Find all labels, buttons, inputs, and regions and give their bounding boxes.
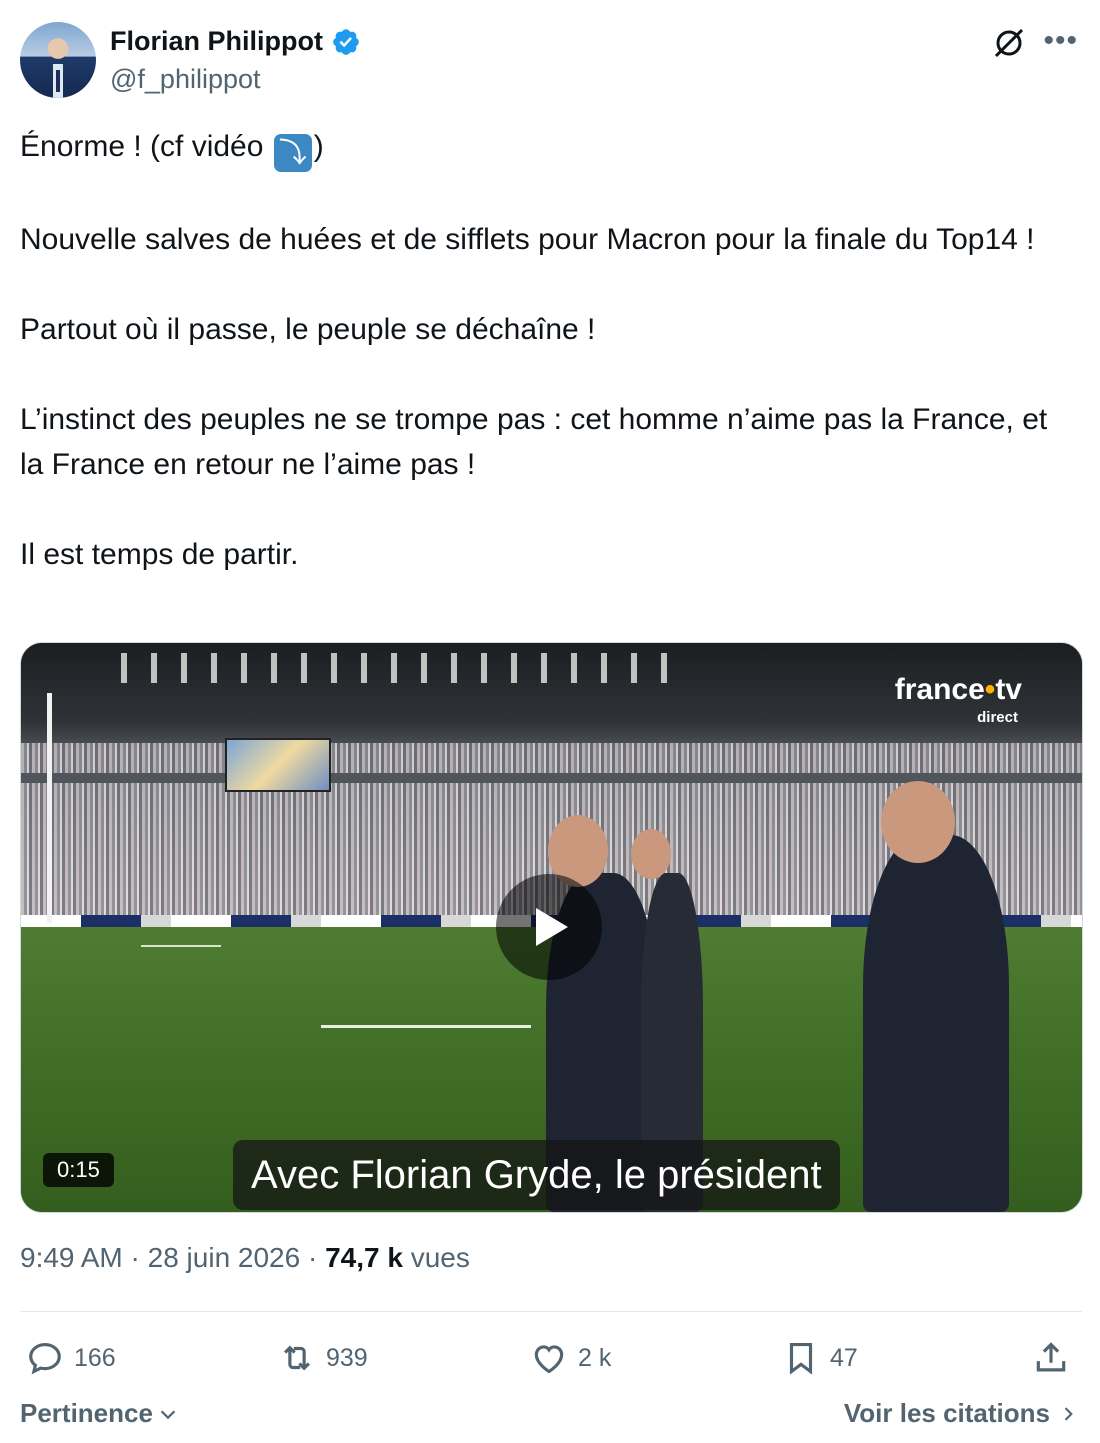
verified-badge-icon	[333, 28, 359, 55]
sort-label: Pertinence	[20, 1398, 153, 1428]
pitch-line	[141, 945, 221, 947]
grok-icon[interactable]	[992, 26, 1026, 60]
tweet-paragraph-4: L’instinct des peuples ne se trompe pas …	[20, 403, 1048, 481]
goal-post	[47, 693, 52, 923]
like-count: 2 k	[578, 1343, 612, 1372]
divider	[20, 1311, 1082, 1312]
video-player[interactable]: france•tv direct 0:15 Avec Florian Gryde…	[20, 642, 1083, 1213]
video-subtitle: Avec Florian Gryde, le président	[233, 1140, 840, 1210]
action-bar: 166 939 2 k 47	[20, 1330, 1082, 1386]
bookmark-button[interactable]: 47	[782, 1330, 858, 1386]
tweet-text: Énorme ! (cf vidéo ⤵) Nouvelle salves de…	[20, 124, 1060, 622]
avatar-tie	[56, 70, 60, 92]
sort-selector[interactable]: Pertinence	[20, 1398, 179, 1429]
tweet-paragraph-3: Partout où il passe, le peuple se déchaî…	[20, 313, 596, 346]
play-button[interactable]	[496, 874, 602, 980]
tweet-paragraph-1: Énorme ! (cf vidéo ⤵)	[20, 124, 1060, 172]
tweet-date[interactable]: 28 juin 2026	[148, 1242, 301, 1273]
person-head	[881, 781, 955, 863]
chevron-down-icon	[160, 1409, 176, 1419]
bookmark-icon	[789, 1342, 813, 1375]
quotes-label: Voir les citations	[843, 1398, 1050, 1428]
pitch-line	[321, 1025, 531, 1028]
reply-count: 166	[74, 1343, 116, 1372]
arrow-emoji-icon: ⤵	[273, 134, 312, 172]
more-icon[interactable]: •••	[1043, 24, 1078, 58]
reply-icon	[29, 1342, 61, 1375]
author-handle[interactable]: @f_philippot	[110, 64, 261, 95]
tweet-paragraph-5: Il est temps de partir.	[20, 538, 299, 571]
author-name-row: Florian Philippot	[110, 26, 361, 57]
view-quotes-link[interactable]: Voir les citations	[844, 1398, 1078, 1429]
reply-button[interactable]: 166	[26, 1330, 116, 1386]
france-tv-logo-sub: direct	[977, 709, 1018, 726]
video-duration: 0:15	[43, 1153, 114, 1187]
heart-icon	[534, 1345, 564, 1374]
person-head	[631, 829, 671, 879]
views-label: vues	[402, 1242, 470, 1273]
tweet-header: Florian Philippot @f_philippot •••	[20, 22, 1082, 102]
share-button[interactable]	[1032, 1330, 1070, 1386]
author-avatar[interactable]	[20, 22, 96, 98]
repost-count: 939	[326, 1343, 368, 1372]
chevron-right-icon	[1064, 1406, 1073, 1421]
tweet-time[interactable]: 9:49 AM	[20, 1242, 123, 1273]
repost-button[interactable]: 939	[278, 1330, 368, 1386]
stadium-lights	[121, 653, 681, 683]
like-button[interactable]: 2 k	[530, 1330, 611, 1386]
tweet-paragraph-2: Nouvelle salves de huées et de sifflets …	[20, 223, 1035, 256]
author-name[interactable]: Florian Philippot	[110, 26, 323, 57]
views-count: 74,7 k	[325, 1242, 403, 1273]
bookmark-count: 47	[830, 1343, 858, 1372]
repost-icon	[284, 1345, 310, 1371]
france-tv-logo: france•tv	[894, 673, 1022, 706]
stadium-screen	[225, 738, 331, 792]
tweet-meta: 9:49 AM · 28 juin 2026 · 74,7 k vues	[20, 1242, 470, 1273]
play-icon	[536, 908, 568, 946]
share-icon	[1036, 1342, 1066, 1372]
person-figure	[863, 835, 1009, 1212]
